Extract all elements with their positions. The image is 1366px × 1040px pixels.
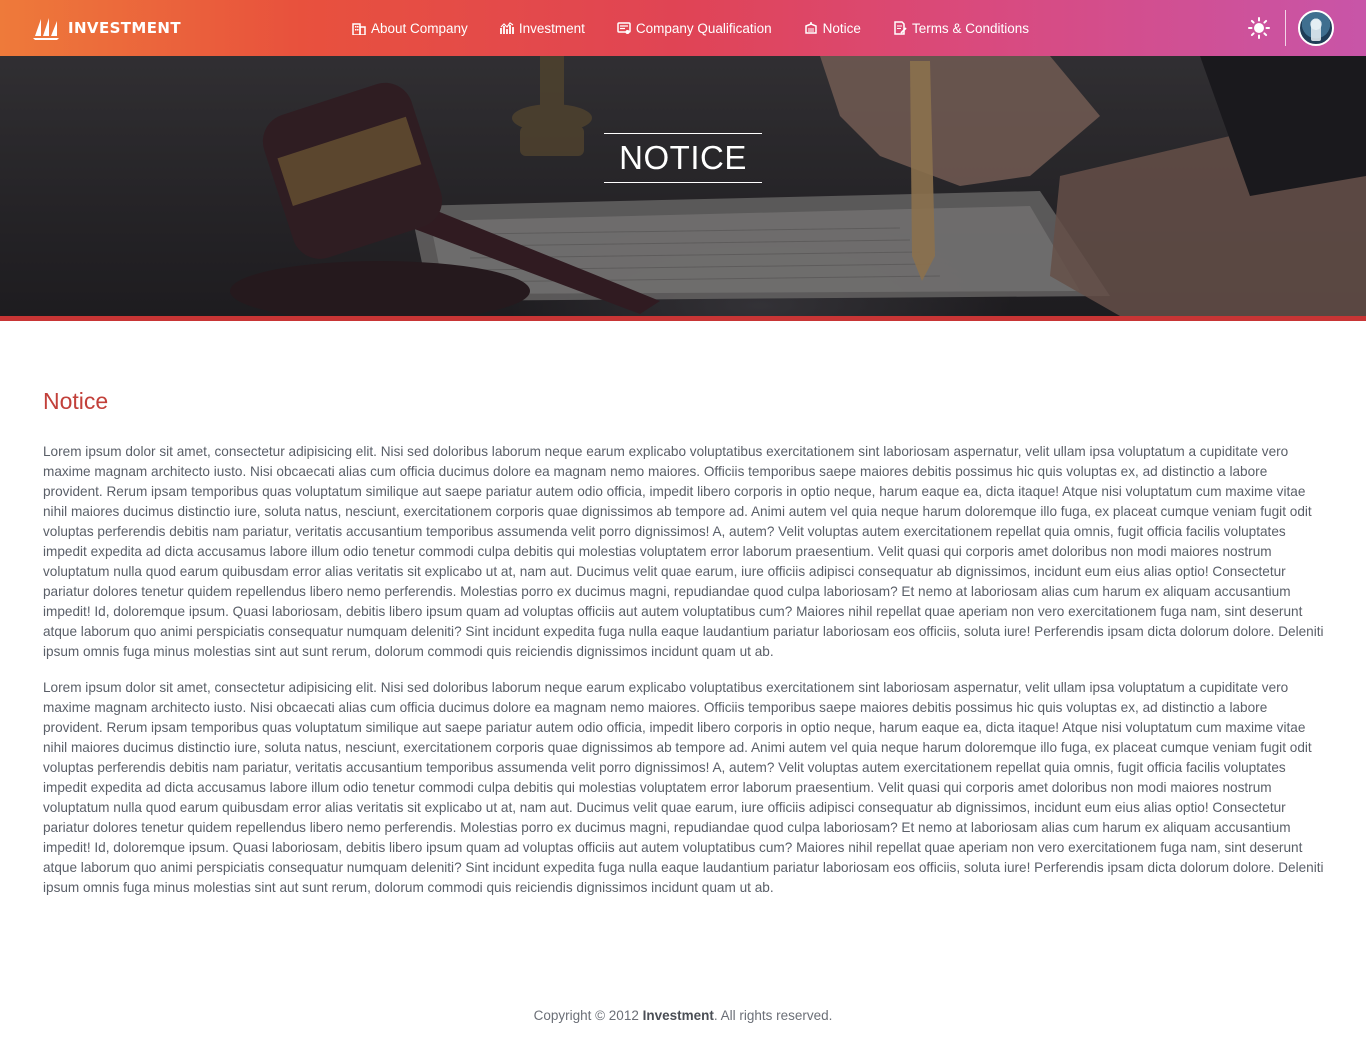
- top-navbar: INVESTMENT About Company Investment Comp…: [0, 0, 1366, 56]
- sun-icon[interactable]: [1248, 17, 1270, 39]
- nav-item-label: About Company: [371, 20, 468, 36]
- nav-item-label: Investment: [518, 20, 585, 36]
- section-title: Notice: [43, 388, 109, 414]
- user-avatar[interactable]: [1298, 10, 1334, 46]
- avatar-figure: [1311, 19, 1321, 41]
- megaphone-icon: [804, 21, 818, 35]
- nav-item-company-qualification[interactable]: Company Qualification: [617, 21, 772, 36]
- footer: Copyright © 2012 Investment. All rights …: [0, 1008, 1366, 1023]
- nav-item-terms-conditions[interactable]: Terms & Conditions: [893, 21, 1029, 36]
- nav-item-about-company[interactable]: About Company: [352, 21, 468, 36]
- nav-item-label: Terms & Conditions: [911, 20, 1029, 36]
- copyright-prefix: Copyright © 2012: [533, 1008, 643, 1023]
- nav-item-investment[interactable]: Investment: [499, 20, 585, 36]
- document-edit-icon: [893, 21, 907, 35]
- navbar-divider: [1285, 10, 1286, 46]
- hero-title: NOTICE: [619, 139, 747, 176]
- copyright-suffix: . All rights reserved.: [713, 1008, 833, 1023]
- chart-icon: [499, 21, 514, 35]
- hero-title-frame: NOTICE: [604, 133, 762, 183]
- brand-name: INVESTMENT: [68, 19, 181, 37]
- notice-content: Notice Lorem ipsum dolor sit amet, conse…: [43, 386, 1325, 898]
- nav-item-notice[interactable]: Notice: [804, 21, 861, 36]
- certificate-icon: [617, 21, 631, 35]
- sailboat-logo-icon: [32, 16, 60, 40]
- building-icon: [352, 21, 366, 35]
- notice-paragraph: Lorem ipsum dolor sit amet, consectetur …: [43, 444, 1324, 659]
- main-nav: About Company Investment Company Qualifi…: [352, 0, 1061, 56]
- copyright-brand: Investment: [642, 1008, 714, 1023]
- hero-bottom-border: [0, 316, 1366, 321]
- nav-item-label: Notice: [822, 20, 861, 36]
- nav-item-label: Company Qualification: [635, 20, 772, 36]
- hero-banner: NOTICE: [0, 56, 1366, 316]
- notice-paragraph: Lorem ipsum dolor sit amet, consectetur …: [43, 680, 1324, 895]
- hero-background-image: [0, 56, 1366, 316]
- brand-logo-link[interactable]: INVESTMENT: [32, 14, 181, 42]
